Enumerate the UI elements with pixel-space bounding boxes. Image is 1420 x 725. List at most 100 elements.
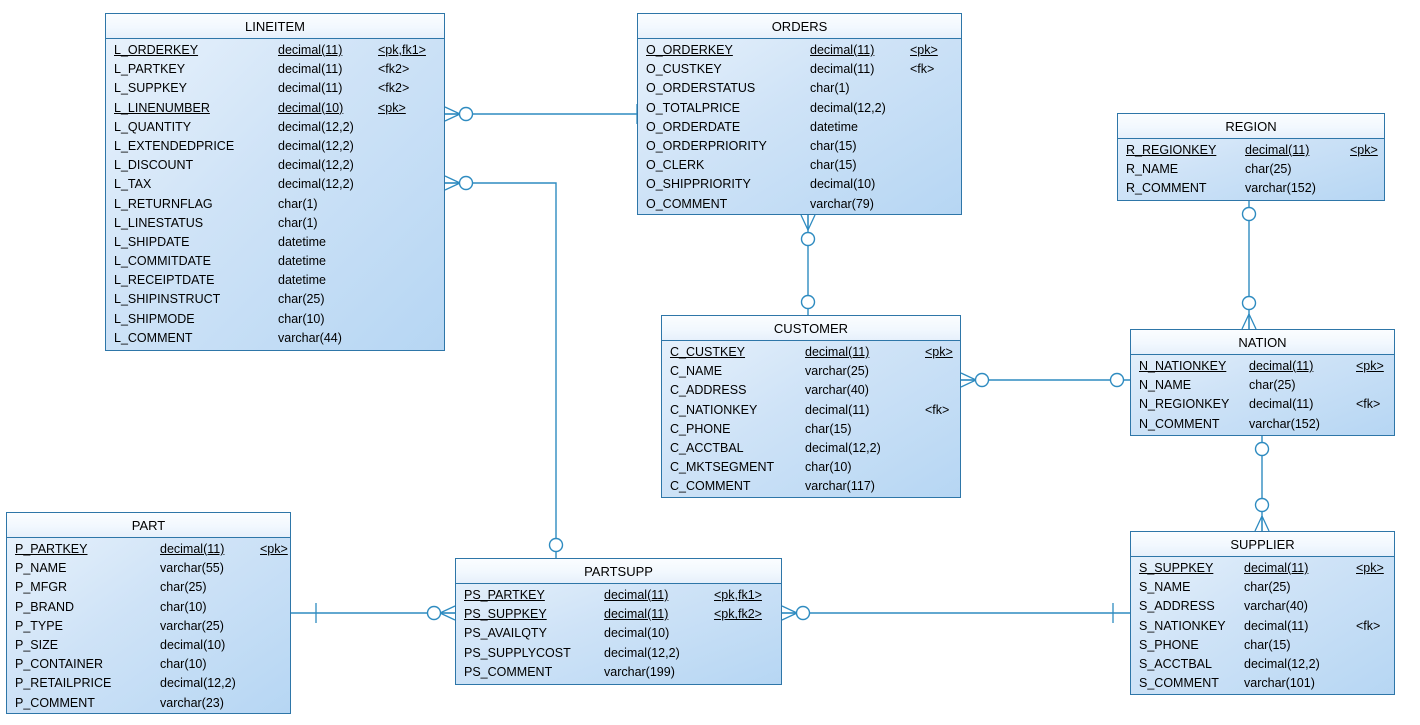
attribute-type: varchar(101) [1244, 676, 1315, 691]
entity-region[interactable]: REGION R_REGIONKEY decimal(11) <pk> R_NAME c… [1117, 113, 1385, 201]
attribute-row: N_REGIONKEY decimal(11) <fk> [1131, 397, 1394, 416]
relationship-region-nation[interactable] [1241, 201, 1257, 330]
attribute-row: L_COMMITDATE datetime [106, 254, 444, 273]
attribute-type: decimal(12,2) [160, 676, 236, 691]
entity-title-customer: CUSTOMER [662, 316, 960, 341]
attribute-type: varchar(40) [1244, 599, 1308, 614]
attribute-type: decimal(12,2) [278, 177, 354, 192]
attribute-row: N_COMMENT varchar(152) [1131, 417, 1394, 436]
attribute-name: O_COMMENT [646, 196, 728, 211]
attribute-type: decimal(12,2) [278, 138, 354, 153]
entity-attributes-lineitem: L_ORDERKEY decimal(11) <pk,fk1> L_PARTKEY de… [106, 39, 444, 355]
attribute-type: decimal(11) [604, 607, 669, 622]
attribute-key-badge: <pk> [1356, 561, 1384, 575]
er-diagram-canvas: LINEITEM L_ORDERKEY decimal(11) <pk,fk1> L_… [0, 0, 1420, 725]
attribute-name: O_TOTALPRICE [646, 100, 741, 115]
attribute-row: C_ADDRESS varchar(40) [662, 383, 960, 402]
attribute-name: O_CUSTKEY [646, 62, 722, 77]
attribute-type: decimal(12,2) [278, 158, 354, 173]
attribute-type: char(15) [805, 421, 852, 436]
attribute-name: P_COMMENT [15, 695, 95, 710]
attribute-type: char(1) [278, 196, 318, 211]
attribute-type: char(1) [278, 215, 318, 230]
entity-title-partsupp: PARTSUPP [456, 559, 781, 584]
attribute-row: R_REGIONKEY decimal(11) <pk> [1118, 143, 1384, 162]
attribute-name: PS_AVAILQTY [464, 626, 547, 641]
entity-supplier[interactable]: SUPPLIER S_SUPPKEY decimal(11) <pk> S_NAME c… [1130, 531, 1395, 695]
attribute-row: O_ORDERPRIORITY char(15) [638, 139, 961, 158]
attribute-name: L_SHIPINSTRUCT [114, 292, 221, 307]
attribute-row: S_ACCTBAL decimal(12,2) [1131, 657, 1394, 676]
attribute-row: PS_SUPPKEY decimal(11) <pk,fk2> [456, 607, 781, 626]
attribute-name: PS_SUPPLYCOST [464, 645, 571, 660]
attribute-row: S_NAME char(25) [1131, 580, 1394, 599]
attribute-name: L_RETURNFLAG [114, 196, 213, 211]
attribute-name: S_ACCTBAL [1139, 656, 1212, 671]
attribute-name: C_MKTSEGMENT [670, 460, 775, 475]
attribute-name: L_COMMENT [114, 330, 193, 345]
attribute-name: PS_COMMENT [464, 664, 553, 679]
attribute-row: L_COMMENT varchar(44) [106, 331, 444, 350]
entity-customer[interactable]: CUSTOMER C_CUSTKEY decimal(11) <pk> C_NAME v… [661, 315, 961, 498]
entity-attributes-region: R_REGIONKEY decimal(11) <pk> R_NAME char(25)… [1118, 139, 1384, 206]
attribute-type: datetime [278, 234, 326, 249]
attribute-key-badge: <pk> [910, 43, 938, 57]
attribute-type: decimal(11) [160, 542, 225, 556]
attribute-row: C_ACCTBAL decimal(12,2) [662, 441, 960, 460]
entity-nation[interactable]: NATION N_NATIONKEY decimal(11) <pk> N_NAME c… [1130, 329, 1395, 436]
entity-orders[interactable]: ORDERS O_ORDERKEY decimal(11) <pk> O_CUSTKE… [637, 13, 962, 215]
relationship-nation-customer[interactable] [960, 372, 1130, 388]
attribute-row: O_TOTALPRICE decimal(12,2) [638, 101, 961, 120]
attribute-name: O_CLERK [646, 158, 705, 173]
attribute-name: P_BRAND [15, 599, 75, 614]
attribute-type: varchar(152) [1245, 181, 1316, 196]
attribute-name: N_COMMENT [1139, 416, 1220, 431]
attribute-row: L_LINENUMBER decimal(10) <pk> [106, 101, 444, 120]
attribute-type: decimal(12,2) [1244, 656, 1320, 671]
attribute-type: char(25) [1249, 378, 1296, 393]
attribute-type: char(10) [805, 460, 852, 475]
attribute-row: L_RECEIPTDATE datetime [106, 273, 444, 292]
relationship-orders-lineitem[interactable] [444, 104, 638, 124]
attribute-name: S_NATIONKEY [1139, 618, 1226, 633]
attribute-type: char(10) [278, 311, 325, 326]
attribute-key-badge: <fk> [910, 62, 935, 77]
attribute-type: decimal(10) [160, 637, 226, 652]
attribute-name: O_ORDERPRIORITY [646, 138, 767, 153]
entity-attributes-orders: O_ORDERKEY decimal(11) <pk> O_CUSTKEY decima… [638, 39, 961, 221]
relationship-lineitem-partsupp[interactable] [444, 175, 564, 558]
attribute-type: char(25) [1245, 162, 1292, 177]
entity-lineitem[interactable]: LINEITEM L_ORDERKEY decimal(11) <pk,fk1> L_… [105, 13, 445, 351]
attribute-row: L_PARTKEY decimal(11) <fk2> [106, 62, 444, 81]
attribute-name: C_NAME [670, 364, 723, 379]
attribute-name: N_NAME [1139, 378, 1192, 393]
attribute-type: decimal(12,2) [604, 645, 680, 660]
attribute-row: P_SIZE decimal(10) [7, 638, 290, 657]
attribute-type: decimal(11) [278, 62, 343, 77]
attribute-row: S_NATIONKEY decimal(11) <fk> [1131, 619, 1394, 638]
attribute-row: L_QUANTITY decimal(12,2) [106, 120, 444, 139]
entity-partsupp[interactable]: PARTSUPP PS_PARTKEY decimal(11) <pk,fk1> PS… [455, 558, 782, 685]
attribute-name: R_COMMENT [1126, 181, 1207, 196]
attribute-type: varchar(79) [810, 196, 874, 211]
attribute-row: L_RETURNFLAG char(1) [106, 197, 444, 216]
attribute-type: decimal(12,2) [805, 440, 881, 455]
relationship-part-partsupp[interactable] [291, 603, 456, 623]
relationship-supplier-partsupp[interactable] [781, 603, 1130, 623]
attribute-type: char(1) [810, 81, 850, 96]
attribute-row: O_COMMENT varchar(79) [638, 197, 961, 216]
attribute-row: O_ORDERDATE datetime [638, 120, 961, 139]
attribute-key-badge: <pk> [925, 345, 953, 359]
attribute-key-badge: <fk2> [378, 62, 410, 77]
attribute-type: varchar(55) [160, 561, 224, 576]
attribute-row: L_DISCOUNT decimal(12,2) [106, 158, 444, 177]
attribute-row: P_BRAND char(10) [7, 600, 290, 619]
attribute-row: R_COMMENT varchar(152) [1118, 181, 1384, 200]
attribute-name: L_LINENUMBER [114, 100, 210, 115]
entity-part[interactable]: PART P_PARTKEY decimal(11) <pk> P_NAME varch… [6, 512, 291, 714]
attribute-row: O_CUSTKEY decimal(11) <fk> [638, 62, 961, 81]
attribute-type: decimal(11) [805, 402, 870, 417]
attribute-row: L_SUPPKEY decimal(11) <fk2> [106, 81, 444, 100]
relationship-nation-supplier[interactable] [1254, 436, 1270, 532]
relationship-customer-orders[interactable] [800, 214, 816, 315]
